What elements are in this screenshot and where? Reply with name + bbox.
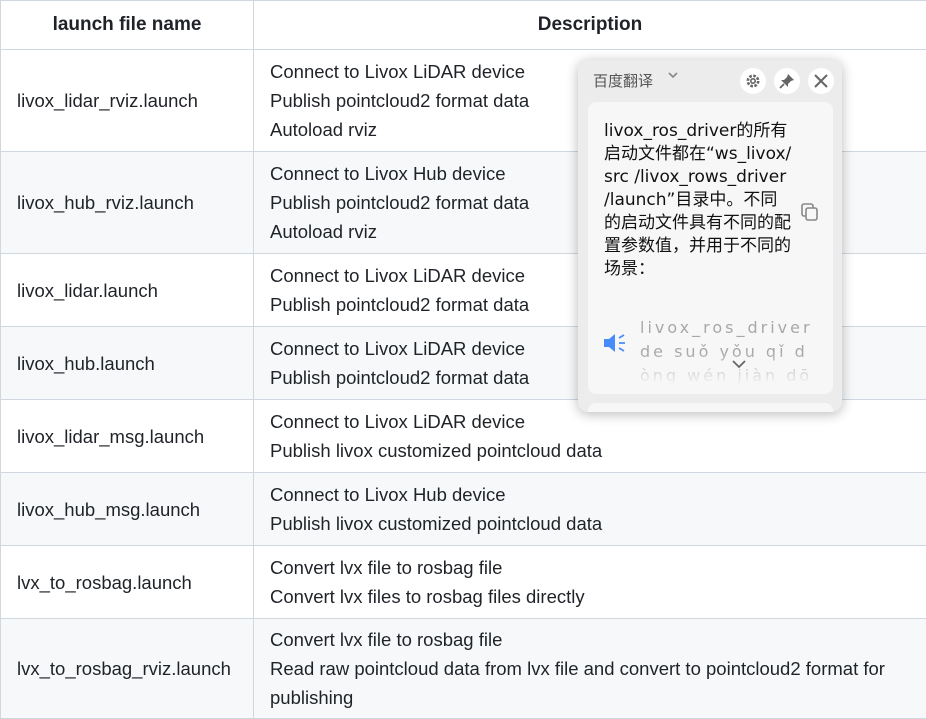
settings-button[interactable] — [740, 68, 766, 94]
translate-popup: 百度翻译 — [578, 60, 842, 412]
launch-file-name: livox_hub.launch — [1, 327, 254, 400]
description-cell: Convert lvx file to rosbag file Convert … — [254, 546, 926, 619]
fade-overlay — [588, 352, 833, 394]
copy-icon[interactable] — [800, 202, 816, 220]
table-row: lvx_to_rosbag.launch Convert lvx file to… — [1, 546, 926, 619]
translation-card: livox_ros_driver的所有启动文件都在“ws_livox/src /… — [588, 102, 833, 394]
table-row: livox_hub_msg.launch Connect to Livox Hu… — [1, 473, 926, 546]
launch-file-name: lvx_to_rosbag.launch — [1, 546, 254, 619]
launch-file-name: livox_lidar_rviz.launch — [1, 50, 254, 152]
table-row: lvx_to_rosbag_rviz.launch Convert lvx fi… — [1, 619, 926, 719]
pin-icon — [779, 75, 795, 93]
translator-select[interactable]: 百度翻译 — [593, 70, 653, 91]
description-line: Convert lvx file to rosbag file — [270, 553, 910, 582]
header-launch-file-name: launch file name — [1, 1, 254, 50]
expand-chevron-icon[interactable] — [732, 357, 746, 373]
gear-icon — [745, 75, 761, 93]
pin-button[interactable] — [774, 68, 800, 94]
launch-file-name: livox_hub_rviz.launch — [1, 152, 254, 254]
header-description: Description — [254, 1, 926, 50]
description-cell: Connect to Livox Hub device Publish livo… — [254, 473, 926, 546]
description-line: Convert lvx files to rosbag files direct… — [270, 582, 910, 611]
description-line: Connect to Livox Hub device — [270, 480, 910, 509]
close-button[interactable] — [808, 68, 834, 94]
close-icon — [813, 75, 829, 93]
description-line: Convert lvx file to rosbag file — [270, 625, 910, 654]
description-cell: Convert lvx file to rosbag file Read raw… — [254, 619, 926, 719]
launch-file-name: livox_lidar_msg.launch — [1, 400, 254, 473]
table-header-row: launch file name Description — [1, 1, 926, 50]
description-line: Publish livox customized pointcloud data — [270, 436, 910, 465]
description-line: Publish livox customized pointcloud data — [270, 509, 910, 538]
launch-file-name: livox_hub_msg.launch — [1, 473, 254, 546]
launch-file-name: livox_lidar.launch — [1, 254, 254, 327]
popup-header: 百度翻译 — [578, 60, 842, 100]
chevron-down-icon[interactable] — [667, 69, 679, 85]
popup-footer-card — [588, 403, 833, 412]
description-line: Read raw pointcloud data from lvx file a… — [270, 654, 910, 712]
launch-file-name: lvx_to_rosbag_rviz.launch — [1, 619, 254, 719]
translation-text: livox_ros_driver的所有启动文件都在“ws_livox/src /… — [604, 120, 794, 281]
